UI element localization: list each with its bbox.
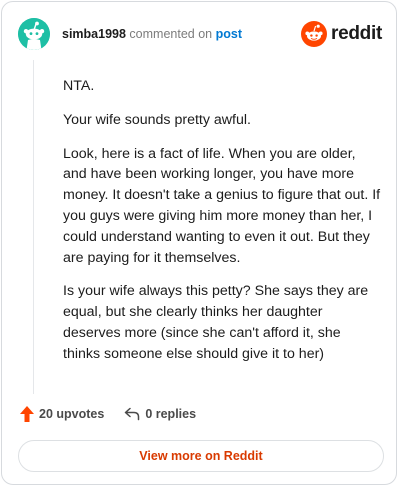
reddit-wordmark: reddit [331, 23, 382, 44]
upvote-button[interactable]: 20 upvotes [20, 406, 104, 422]
comment-body: NTA. Your wife sounds pretty awful. Look… [63, 76, 381, 378]
reddit-logo-icon [301, 21, 328, 47]
snoo-avatar-icon [18, 18, 50, 50]
comment-actions: 20 upvotes 0 replies [20, 406, 196, 422]
upvote-count: 20 upvotes [39, 407, 105, 421]
username-link[interactable]: simba1998 [62, 27, 126, 41]
comment-paragraph: Is your wife always this petty? She says… [63, 283, 369, 362]
commented-on-text: commented on [129, 27, 213, 41]
reply-arrow-icon [125, 407, 140, 421]
thread-line[interactable] [33, 60, 34, 394]
comment-paragraph: Your wife sounds pretty awful. [63, 111, 251, 128]
post-link[interactable]: post [216, 27, 242, 41]
upvote-arrow-icon [20, 406, 34, 422]
reddit-logo[interactable]: reddit [301, 21, 382, 47]
comment-paragraph: Look, here is a fact of life. When you a… [63, 145, 381, 266]
reply-button[interactable]: 0 replies [124, 407, 196, 421]
reply-count: 0 replies [145, 407, 197, 421]
comment-header: simba1998 commented on post [62, 27, 242, 41]
embedded-comment-card: simba1998 commented on post reddit NTA. … [1, 1, 397, 485]
comment-paragraph: NTA. [63, 78, 95, 94]
view-more-on-reddit-button[interactable]: View more on Reddit [18, 440, 384, 472]
avatar[interactable] [18, 18, 50, 50]
